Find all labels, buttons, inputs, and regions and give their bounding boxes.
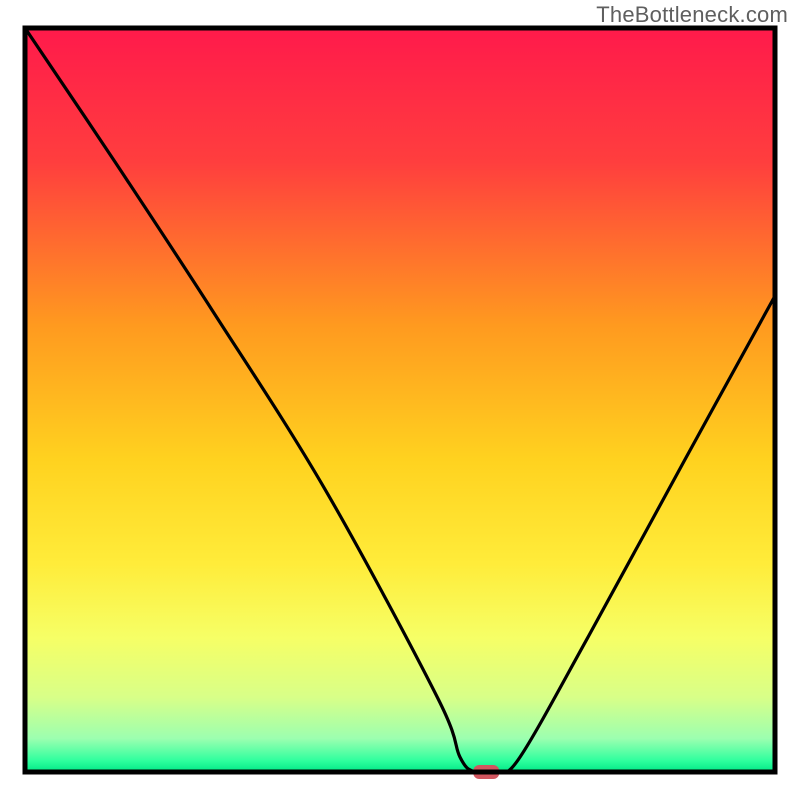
plot-background — [25, 28, 775, 772]
chart-frame: TheBottleneck.com — [0, 0, 800, 800]
watermark-text: TheBottleneck.com — [596, 2, 788, 28]
bottleneck-chart — [0, 0, 800, 800]
